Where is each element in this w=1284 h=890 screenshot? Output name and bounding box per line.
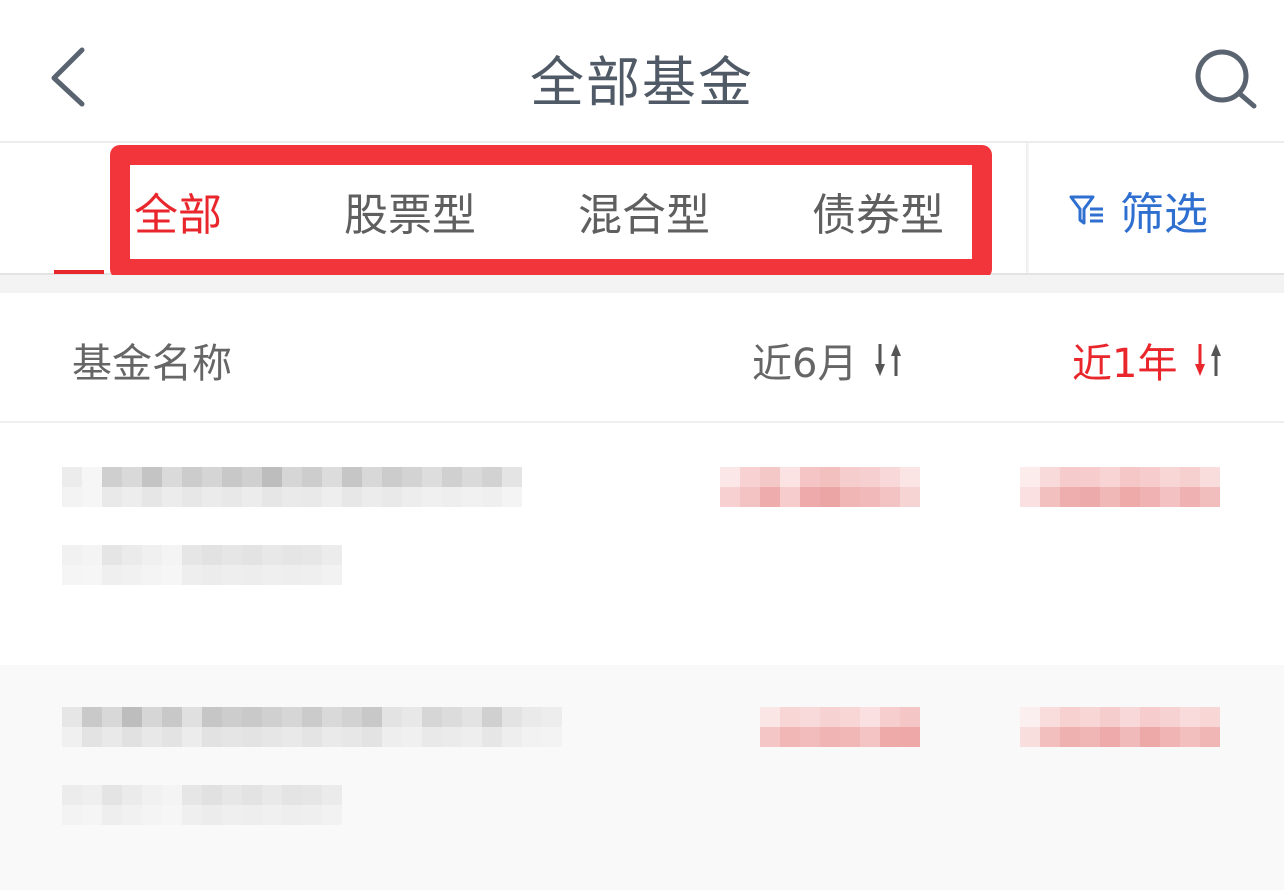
column-fund-name: 基金名称 bbox=[72, 341, 232, 387]
sort-one-year[interactable]: 近1年 bbox=[1072, 331, 1225, 389]
blurred-fund-name bbox=[62, 707, 562, 727]
nav-header: 全部基金 bbox=[0, 0, 1284, 143]
blurred-six-month-value bbox=[720, 467, 920, 487]
search-icon bbox=[1195, 49, 1257, 109]
tab-bond[interactable]: 债券型 bbox=[812, 179, 944, 243]
fund-row[interactable] bbox=[0, 665, 1284, 890]
tab-hybrid[interactable]: 混合型 bbox=[578, 179, 710, 243]
filter-label: 筛选 bbox=[1120, 189, 1208, 240]
blurred-fund-name bbox=[62, 487, 522, 507]
section-gap bbox=[0, 275, 1284, 293]
blurred-fund-code bbox=[62, 545, 342, 565]
tab-all[interactable]: 全部 bbox=[134, 179, 222, 243]
blurred-fund-name bbox=[62, 727, 562, 747]
page-title: 全部基金 bbox=[530, 51, 754, 114]
sort-arrows-icon bbox=[875, 344, 902, 376]
blurred-six-month-value bbox=[760, 707, 920, 727]
blurred-one-year-value bbox=[1020, 487, 1220, 507]
blurred-six-month-value bbox=[760, 727, 920, 747]
tab-stock[interactable]: 股票型 bbox=[344, 179, 476, 243]
sort-six-month[interactable]: 近6月 bbox=[752, 331, 905, 389]
fund-type-tabbar: 全部 股票型 混合型 债券型 筛选 bbox=[0, 143, 1284, 275]
blurred-fund-code bbox=[62, 565, 342, 585]
blurred-fund-code bbox=[62, 805, 342, 825]
active-tab-indicator bbox=[54, 270, 104, 274]
list-column-header: 基金名称 近6月 近1年 bbox=[0, 293, 1284, 423]
filter-divider bbox=[1026, 143, 1029, 273]
sort-arrows-icon bbox=[1195, 344, 1222, 376]
blurred-fund-name bbox=[62, 467, 522, 487]
column-one-year-label: 近1年 bbox=[1072, 341, 1178, 387]
fund-row[interactable] bbox=[0, 425, 1284, 665]
filter-icon bbox=[1069, 195, 1103, 225]
blurred-fund-code bbox=[62, 785, 342, 805]
blurred-six-month-value bbox=[720, 487, 920, 507]
blurred-one-year-value bbox=[1020, 467, 1220, 487]
filter-button[interactable]: 筛选 bbox=[1068, 183, 1208, 240]
search-button[interactable] bbox=[1190, 44, 1262, 116]
column-six-month-label: 近6月 bbox=[752, 341, 858, 387]
blurred-one-year-value bbox=[1020, 707, 1220, 727]
blurred-one-year-value bbox=[1020, 727, 1220, 747]
